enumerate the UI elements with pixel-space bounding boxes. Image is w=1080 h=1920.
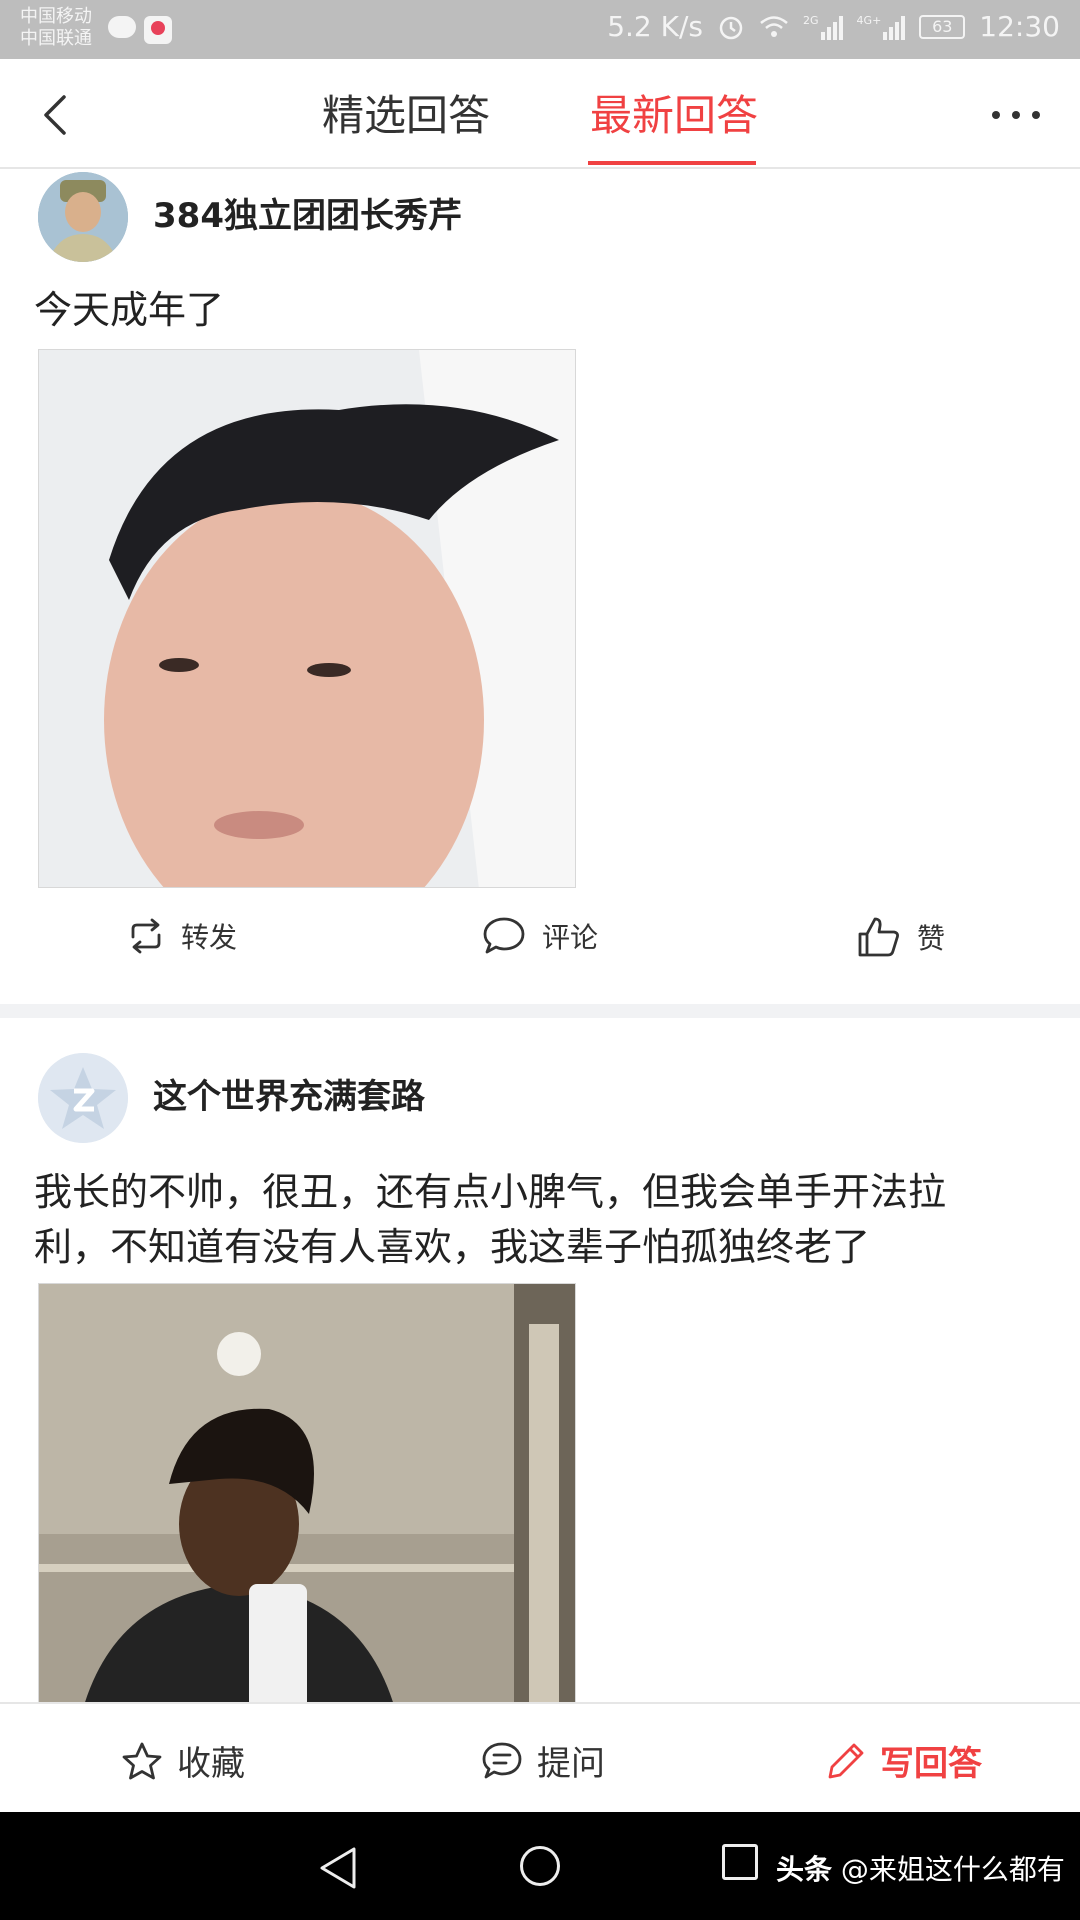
watermark-handle: @来姐这什么都有 [840,1853,1065,1886]
net-speed: 5.2 K/s [607,10,704,43]
active-tab-indicator [588,161,756,165]
repost-button[interactable]: 转发 [127,916,237,956]
ask-question-button[interactable]: 提问 [481,1736,605,1785]
favorite-button[interactable]: 收藏 [121,1736,245,1785]
portrait-avatar-icon [38,172,128,262]
mirror-selfie-image [39,1284,575,1702]
write-answer-label: 写回答 [880,1744,982,1784]
battery-icon: 63 [919,14,966,39]
signal-icon: 2G [803,14,843,40]
clock: 12:30 [979,10,1060,43]
repost-label: 转发 [181,921,238,954]
nav-recents-icon[interactable] [722,1844,758,1880]
repost-icon [131,918,161,954]
net-4g-label: 4G+ [856,13,882,27]
username[interactable]: 这个世界充满套路 [153,1077,425,1117]
nav-home-icon[interactable] [520,1846,560,1886]
answer-text-line: 我长的不帅，很丑，还有点小脾气，但我会单手开法拉 [34,1170,947,1214]
default-avatar-icon [38,1053,128,1143]
avatar[interactable] [38,1053,128,1143]
ask-label: 提问 [537,1744,605,1784]
avatar[interactable] [38,172,128,262]
section-divider [0,1004,1080,1018]
wifi-icon [760,15,788,37]
star-icon [122,1742,162,1779]
comment-label: 评论 [542,921,599,954]
comment-icon [483,917,525,954]
bottom-toolbar: 收藏 提问 写回答 [0,1702,1080,1812]
username[interactable]: 384独立团团长秀芹 [153,196,462,236]
answer-text-line: 利，不知道有没有人喜欢，我这辈子怕孤独终老了 [34,1225,871,1269]
answer-text: 今天成年了 [34,288,225,332]
answer-photo[interactable] [38,1283,576,1702]
comment-button[interactable]: 评论 [482,916,598,956]
status-right: 5.2 K/s 2G 4G+ 63 12:30 [607,10,1060,43]
write-answer-button[interactable]: 写回答 [826,1736,982,1785]
carrier-1: 中国移动 [20,6,92,27]
net-2g-label: 2G [803,13,819,27]
answer-card: 384独立团团长秀芹 今天成年了 转发 评论 赞 [0,171,1080,1004]
carrier-2: 中国联通 [20,28,92,49]
top-nav: 精选回答 最新回答 [0,59,1080,169]
answer-card: 这个世界充满套路 我长的不帅，很丑，还有点小脾气，但我会单手开法拉 利，不知道有… [0,1018,1080,1702]
favorite-label: 收藏 [177,1744,245,1784]
app-badge-icon [144,16,172,44]
watermark-brand: 头条 [776,1853,833,1886]
system-nav-bar: 头条 @来姐这什么都有 [0,1812,1080,1920]
answer-text: 我长的不帅，很丑，还有点小脾气，但我会单手开法拉 利，不知道有没有人喜欢，我这辈… [34,1165,1034,1275]
question-bubble-icon [482,1742,522,1778]
alarm-icon [719,16,743,39]
tab-latest-answers[interactable]: 最新回答 [590,89,758,143]
like-label: 赞 [917,922,946,955]
watermark: 头条 @来姐这什么都有 [776,1848,1065,1888]
chat-icon [108,16,136,38]
like-button[interactable]: 赞 [857,916,945,958]
answer-actions: 转发 评论 赞 [0,916,1080,996]
status-bar: 中国移动 中国联通 5.2 K/s 2G 4G+ 63 12:30 [0,0,1080,59]
signal-icon: 4G+ [857,14,906,40]
more-dots-icon[interactable] [992,111,1040,119]
back-arrow-icon[interactable] [36,93,80,137]
notification-icons [108,16,172,44]
nav-back-icon[interactable] [318,1846,358,1890]
selfie-image [39,350,575,887]
tab-featured-answers[interactable]: 精选回答 [322,89,490,143]
carrier-info: 中国移动 中国联通 [20,6,92,50]
pencil-icon [828,1743,864,1778]
thumbs-up-icon [858,917,899,957]
answer-photo[interactable] [38,349,576,888]
